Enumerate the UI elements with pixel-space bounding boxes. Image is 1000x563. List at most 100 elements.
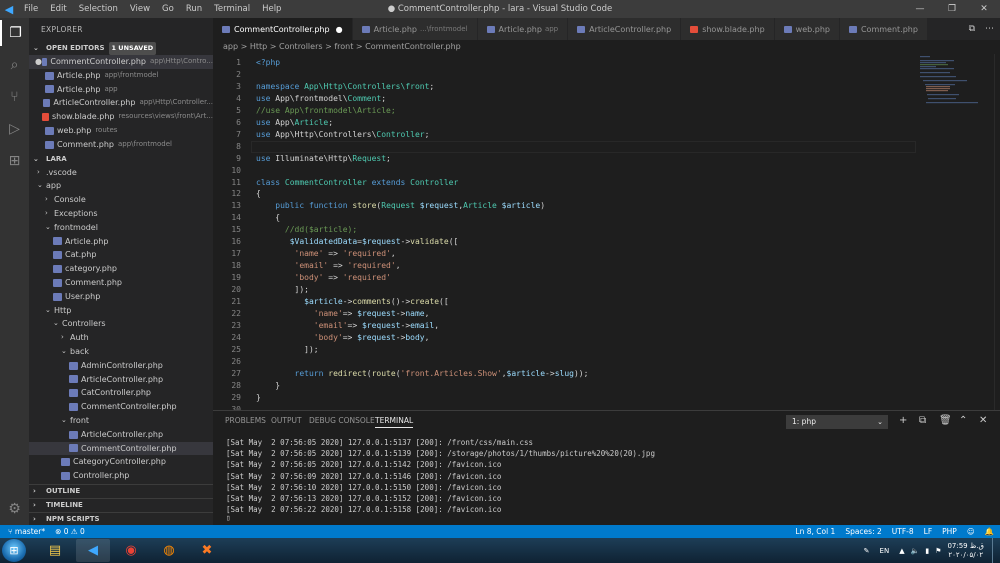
- problems-status[interactable]: ⊗ 0 ⚠ 0: [55, 525, 85, 538]
- cursor-position[interactable]: Ln 8, Col 1: [795, 525, 835, 538]
- split-terminal-icon[interactable]: ⧉: [919, 415, 926, 426]
- end-of-line[interactable]: LF: [924, 525, 933, 538]
- tree-folder[interactable]: › Console: [29, 193, 213, 207]
- tray-arrow-icon[interactable]: ▲: [899, 547, 904, 555]
- close-panel-icon[interactable]: ✕: [979, 415, 987, 426]
- menu-item-selection[interactable]: Selection: [73, 4, 124, 14]
- menu-item-edit[interactable]: Edit: [44, 4, 72, 14]
- menu-item-help[interactable]: Help: [256, 4, 287, 14]
- split-editor-icon[interactable]: ⧉: [969, 24, 975, 34]
- tree-file[interactable]: User.php: [29, 290, 213, 304]
- tree-file[interactable]: Cat.php: [29, 248, 213, 262]
- editor-scrollbar[interactable]: [994, 54, 1000, 410]
- panel-tab-output[interactable]: OUTPUT: [271, 416, 302, 425]
- tree-folder[interactable]: ⌄ frontmodel: [29, 221, 213, 235]
- flag-icon[interactable]: ⚑: [935, 547, 941, 555]
- tree-folder[interactable]: ⌄ app: [29, 179, 213, 193]
- show-desktop-button[interactable]: [992, 538, 1000, 563]
- section-npm-scripts[interactable]: › NPM SCRIPTS: [29, 512, 213, 526]
- tree-folder[interactable]: › .vscode: [29, 166, 213, 180]
- blade-file-icon: [690, 25, 699, 33]
- breadcrumb[interactable]: app > Http > Controllers > front > Comme…: [213, 40, 1000, 54]
- new-terminal-icon[interactable]: +: [899, 415, 907, 426]
- vscode-taskbar-icon[interactable]: ◀: [76, 539, 110, 562]
- open-editor-item[interactable]: ● CommentController.php app\Http\Contro...: [29, 55, 213, 69]
- editor-tab[interactable]: show.blade.php: [681, 18, 775, 40]
- run-debug-icon[interactable]: ▷: [0, 116, 29, 142]
- start-button[interactable]: ⊞: [2, 539, 26, 562]
- menu-item-go[interactable]: Go: [156, 4, 180, 14]
- tree-folder[interactable]: › Auth: [29, 331, 213, 345]
- tree-file[interactable]: Comment.php: [29, 276, 213, 290]
- chevron-up-icon[interactable]: ⌃: [959, 415, 967, 426]
- tree-folder[interactable]: ⌄ Http: [29, 304, 213, 318]
- tree-folder[interactable]: › Exceptions: [29, 207, 213, 221]
- tree-file[interactable]: category.php: [29, 262, 213, 276]
- bell-icon[interactable]: 🔔: [985, 525, 994, 538]
- open-editor-item[interactable]: Article.php app: [29, 83, 213, 97]
- trash-icon[interactable]: 🗑: [939, 415, 952, 426]
- git-branch[interactable]: ⑂ master*: [8, 525, 45, 538]
- chrome-icon[interactable]: ◉: [114, 539, 148, 562]
- pen-icon[interactable]: ✎: [864, 547, 870, 555]
- more-actions-icon[interactable]: ⋯: [985, 24, 994, 34]
- section-timeline[interactable]: › TIMELINE: [29, 498, 213, 512]
- open-editor-item[interactable]: Comment.php app\frontmodel: [29, 138, 213, 152]
- tree-folder[interactable]: ⌄ Controllers: [29, 317, 213, 331]
- section-outline[interactable]: › OUTLINE: [29, 484, 213, 498]
- tree-folder[interactable]: ⌄ back: [29, 345, 213, 359]
- menu-item-view[interactable]: View: [124, 4, 156, 14]
- editor-tab[interactable]: Article.php ...\frontmodel: [352, 18, 478, 40]
- editor-tab[interactable]: ArticleController.php: [568, 18, 682, 40]
- language-mode[interactable]: PHP: [942, 525, 957, 538]
- panel-tab-problems[interactable]: PROBLEMS: [225, 416, 266, 425]
- menu-item-file[interactable]: File: [18, 4, 44, 14]
- panel-tab-terminal[interactable]: TERMINAL: [375, 416, 414, 428]
- settings-gear-icon[interactable]: ⚙: [0, 496, 29, 522]
- indentation[interactable]: Spaces: 2: [845, 525, 881, 538]
- tree-folder[interactable]: ⌄ front: [29, 414, 213, 428]
- feedback-icon[interactable]: ☺: [967, 525, 975, 538]
- search-icon[interactable]: ⌕: [0, 52, 29, 78]
- editor-tab[interactable]: web.php: [774, 18, 840, 40]
- editor-tab[interactable]: CommentController.php ●: [213, 18, 353, 40]
- tree-file[interactable]: CommentController.php: [29, 400, 213, 414]
- firefox-icon[interactable]: ◍: [152, 539, 186, 562]
- extensions-icon[interactable]: ⊞: [0, 148, 29, 174]
- restore-button[interactable]: ❐: [936, 0, 968, 18]
- unsaved-dot-icon[interactable]: ●: [336, 25, 343, 34]
- tree-file[interactable]: CommentController.php: [29, 441, 213, 456]
- network-icon[interactable]: ▮: [925, 547, 929, 555]
- open-editor-item[interactable]: web.php routes: [29, 124, 213, 138]
- file-explorer-icon[interactable]: ▤: [38, 539, 72, 562]
- explorer-icon[interactable]: ❐: [0, 20, 29, 46]
- open-editors-section[interactable]: ⌄ OPEN EDITORS 1 UNSAVED: [29, 42, 213, 55]
- source-control-icon[interactable]: ⑂: [0, 84, 29, 110]
- minimap[interactable]: [918, 54, 988, 104]
- close-window-button[interactable]: ✕: [968, 0, 1000, 18]
- open-editor-item[interactable]: ArticleController.php app\Http\Controller…: [29, 96, 213, 110]
- code-editor[interactable]: 1 <?php 2 3 namespace App\Http\Controllers\f…: [213, 54, 1000, 414]
- terminal-select[interactable]: 1: php ⌄: [786, 415, 888, 429]
- open-editor-item[interactable]: Article.php app\frontmodel: [29, 69, 213, 83]
- panel-tab-debug-console[interactable]: DEBUG CONSOLE: [309, 416, 375, 425]
- editor-tab[interactable]: Article.php app: [477, 18, 569, 40]
- tree-file[interactable]: CatController.php: [29, 386, 213, 400]
- xampp-icon[interactable]: ✖: [190, 539, 224, 562]
- minimize-button[interactable]: —: [904, 0, 936, 18]
- menu-item-terminal[interactable]: Terminal: [208, 4, 256, 14]
- menu-item-run[interactable]: Run: [180, 4, 208, 14]
- tree-file[interactable]: AdminController.php: [29, 359, 213, 373]
- clock[interactable]: 07:59 ق.ظ ۲۰۲۰/۰۵/۰۲: [947, 542, 984, 560]
- volume-icon[interactable]: 🔈: [911, 547, 920, 555]
- open-editor-item[interactable]: show.blade.php resources\views\front\Art.…: [29, 110, 213, 124]
- tree-file[interactable]: CategoryController.php: [29, 455, 213, 469]
- encoding[interactable]: UTF-8: [892, 525, 914, 538]
- language-indicator[interactable]: EN: [880, 547, 890, 555]
- tree-file[interactable]: ArticleController.php: [29, 373, 213, 387]
- project-section[interactable]: ⌄ LARA: [29, 153, 213, 166]
- tree-file[interactable]: ArticleController.php: [29, 428, 213, 442]
- tree-file[interactable]: Controller.php: [29, 469, 213, 483]
- editor-tab[interactable]: Comment.php: [839, 18, 928, 40]
- tree-file[interactable]: Article.php: [29, 235, 213, 249]
